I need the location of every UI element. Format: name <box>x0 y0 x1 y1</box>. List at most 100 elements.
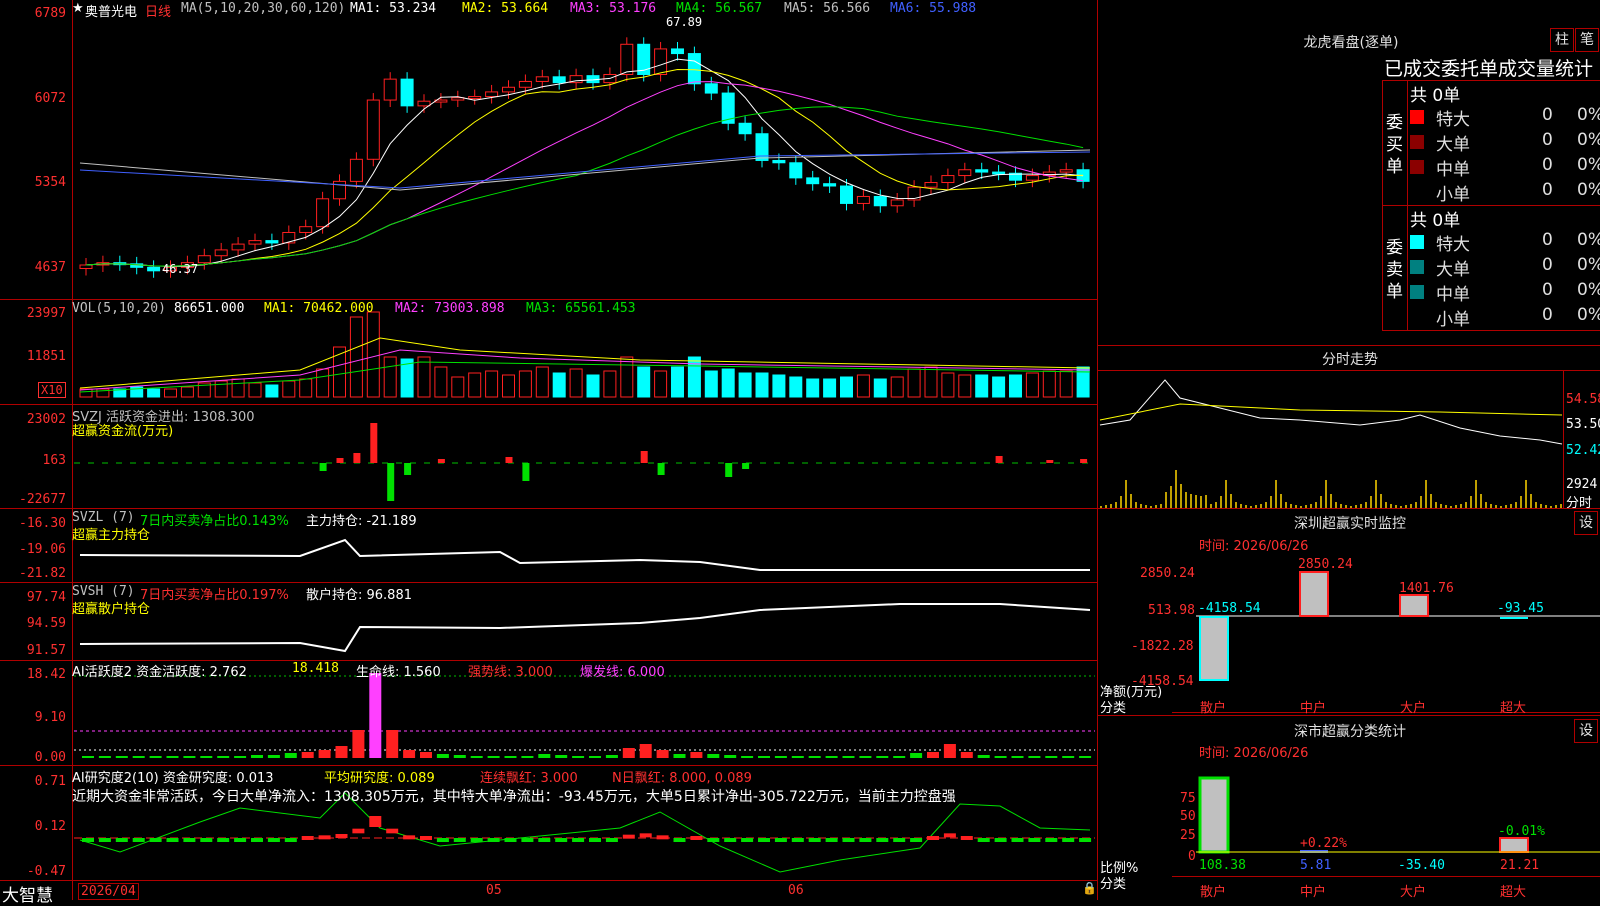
minute-vol-bar <box>1175 470 1177 508</box>
stat-bottom <box>1382 330 1600 331</box>
date-label: 05 <box>486 883 502 898</box>
minute-vol-bar <box>1530 494 1532 508</box>
cls-class-label: 分类 <box>1100 877 1127 892</box>
research-bar <box>453 838 466 842</box>
candle <box>687 53 701 85</box>
research-bar <box>132 838 145 842</box>
date-label: 06 <box>788 883 804 898</box>
order-count: 0 <box>1542 230 1553 250</box>
ai-active-label: AI活跃度2 资金活跃度: 2.762 <box>72 665 247 680</box>
bar-mode-button[interactable]: 柱 <box>1550 28 1574 52</box>
svzl-hold: 主力持仓: -21.189 <box>306 514 417 529</box>
research-bar <box>960 836 973 840</box>
period-label[interactable]: 日线 <box>145 1 171 20</box>
volume-bar <box>569 368 583 398</box>
volume-bar <box>603 370 617 398</box>
order-count: 0 <box>1542 180 1553 200</box>
research-bar <box>791 838 804 842</box>
candle <box>417 100 431 107</box>
research-bar <box>487 838 500 842</box>
volume-bar <box>823 378 837 398</box>
svzj-bar <box>742 463 750 469</box>
svsh-label: SVSH (7) <box>72 584 135 599</box>
minute-vol-bar <box>1480 494 1482 508</box>
date-label: 2026/04 <box>78 883 139 900</box>
candle <box>789 162 803 179</box>
svsh-line <box>79 603 1091 653</box>
candle <box>299 226 313 233</box>
ai-bar <box>386 730 399 758</box>
candle <box>772 159 786 164</box>
candle <box>197 255 211 264</box>
buy-row-3: 小单 0 0% <box>1410 180 1600 205</box>
order-count: 0 <box>1542 280 1553 300</box>
chart-canvas[interactable] <box>0 0 1600 900</box>
ai-bar <box>842 756 855 758</box>
volume-bar <box>654 370 668 398</box>
volume-bar <box>316 368 330 398</box>
candle <box>518 80 532 88</box>
candle <box>958 169 972 177</box>
ai-bar <box>656 750 669 758</box>
vol-value: 86651.000 <box>174 301 245 316</box>
ma-line <box>85 68 1084 267</box>
svzl-pct: 7日内买卖净占比0.143% <box>140 514 289 529</box>
candle <box>265 240 279 244</box>
color-swatch <box>1410 260 1424 274</box>
ai-bar <box>217 756 230 758</box>
svzj-bar <box>437 459 445 463</box>
order-count: 0 <box>1542 305 1553 325</box>
volume-bar <box>434 366 448 398</box>
ai-bar <box>605 755 618 758</box>
research-bar <box>758 838 770 842</box>
sz-bar <box>1500 617 1528 619</box>
cls-settings-button[interactable]: 设 <box>1574 719 1598 743</box>
ai-bar <box>994 756 1007 758</box>
vol-ma-line <box>79 361 1091 393</box>
volume-bar <box>383 356 397 398</box>
candle <box>349 158 363 182</box>
volume-bar <box>873 378 887 398</box>
minute-vol-bar <box>1380 494 1382 508</box>
candle <box>654 48 668 75</box>
sz-settings-button[interactable]: 设 <box>1574 511 1598 535</box>
favorite-star-icon[interactable]: ★ <box>72 1 84 16</box>
ai-bar <box>149 756 162 758</box>
research-bar <box>1079 838 1092 842</box>
volume-bar <box>1009 374 1022 398</box>
sell-total: 共 0单 <box>1410 211 1461 231</box>
minute-vol-bar <box>1320 496 1322 508</box>
volume-bar <box>738 372 752 398</box>
research-bar <box>267 838 280 842</box>
tick-mode-button[interactable]: 笔 <box>1575 28 1599 52</box>
minute-avg-line <box>1099 403 1563 421</box>
research-bar <box>893 838 906 842</box>
order-type: 中单 <box>1436 160 1470 180</box>
research-bar <box>555 838 568 842</box>
volume-bar <box>299 378 313 398</box>
volume-bar <box>265 384 279 398</box>
high-price-mark: 67.89 <box>666 15 703 29</box>
volume-bar <box>1042 370 1056 398</box>
candle <box>248 240 262 245</box>
buy-row-1: 大单 0 0% <box>1410 130 1600 155</box>
candle <box>890 199 904 207</box>
candle <box>1059 169 1073 173</box>
sz-bar <box>1399 594 1429 617</box>
ai-bar <box>470 756 483 758</box>
color-swatch <box>1410 285 1424 299</box>
research-bar <box>318 835 331 840</box>
research-bar <box>403 835 416 840</box>
sz-cat: 中户 <box>1300 701 1327 716</box>
svzj-subtitle: 超赢资金流(万元) <box>72 424 174 439</box>
minute-vol-bar <box>1370 496 1372 508</box>
cls-y-label: 25 <box>1180 828 1196 843</box>
sz-y-label: 2850.24 <box>1140 566 1195 581</box>
research-bar <box>470 838 483 842</box>
svzj-bar <box>995 456 1003 463</box>
order-type: 小单 <box>1436 310 1470 330</box>
svzj-bar <box>319 463 327 471</box>
minute-vol-bar <box>1220 496 1222 508</box>
lock-icon[interactable]: 🔒 <box>1082 881 1097 895</box>
ai-bar <box>301 752 314 758</box>
